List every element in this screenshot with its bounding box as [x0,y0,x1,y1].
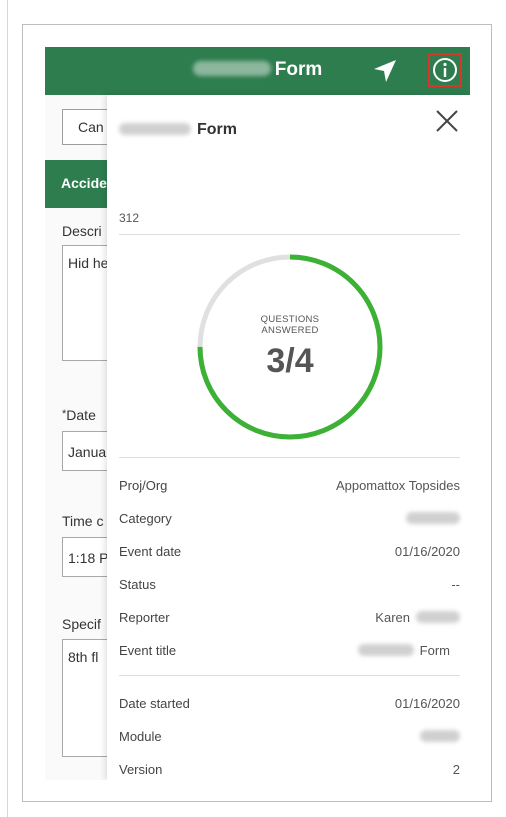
detail-value: Form [357,643,450,658]
redacted-text [416,611,460,623]
meta-key: Date started [119,696,190,711]
meta-row-version: Version 2 [119,762,460,780]
progress-value: 3/4 [266,342,314,380]
detail-key: Event date [119,544,182,559]
detail-key: Reporter [119,610,170,625]
meta-key: Module [119,729,162,744]
meta-value: 2 [452,762,460,777]
detail-key: Category [119,511,172,526]
meta-row-date-started: Date started 01/16/2020 [119,696,460,714]
close-icon[interactable] [434,108,460,134]
detail-value: Karen [375,610,460,625]
panel-title-text: Form [197,121,237,138]
detail-key: Event title [119,643,177,658]
info-panel: Form 312 QUESTIONS ANSWERED 3/4 Proj/Org… [107,95,470,780]
divider [119,234,460,235]
detail-row-event-date: Event date 01/16/2020 [119,544,460,562]
progress-caption: QUESTIONS ANSWERED [195,314,385,336]
detail-row-proj-org: Proj/Org Appomattox Topsides [119,478,460,496]
divider [119,675,460,676]
date-label-text: Date [66,407,96,423]
meta-row-module: Module [119,729,460,747]
detail-value-redacted [406,511,460,526]
detail-row-category: Category [119,511,460,529]
meta-value: 01/16/2020 [394,696,460,711]
redacted-text [406,512,460,524]
detail-key: Proj/Org [119,478,168,493]
divider [119,457,460,458]
specific-location-label: Specif [62,616,101,632]
detail-value: Appomattox Topsides [335,478,460,493]
detail-value: 01/16/2020 [394,544,460,559]
progress-caption-line2: ANSWERED [261,325,319,336]
redacted-text [119,123,191,135]
redacted-text [420,730,460,742]
app-screen: Form Can Accide Descri Hid he *Date Janu… [45,47,470,780]
app-bar-title-text: Form [274,59,323,80]
location-arrow-icon[interactable] [372,58,398,84]
info-circle-icon [433,58,457,82]
progress-caption-line1: QUESTIONS [260,314,320,325]
app-bar-title: Form [45,59,470,81]
date-label: *Date [62,407,96,423]
panel-title: Form [119,121,237,139]
redacted-text [357,644,414,656]
event-title-text: Form [419,643,450,658]
detail-row-status: Status -- [119,577,460,595]
detail-row-reporter: Reporter Karen [119,610,460,628]
info-button[interactable] [428,53,462,87]
description-label: Descri [62,223,102,239]
time-label: Time c [62,513,104,529]
detail-row-event-title: Event title Form [119,643,460,661]
app-bar: Form [45,47,470,95]
meta-key: Version [119,762,163,777]
form-id: 312 [119,211,140,225]
detail-key: Status [119,577,156,592]
meta-value-redacted [420,729,460,744]
detail-value: -- [451,577,460,592]
redacted-text [192,61,271,76]
page-edge-rule [7,0,8,817]
reporter-first-name: Karen [375,610,410,625]
